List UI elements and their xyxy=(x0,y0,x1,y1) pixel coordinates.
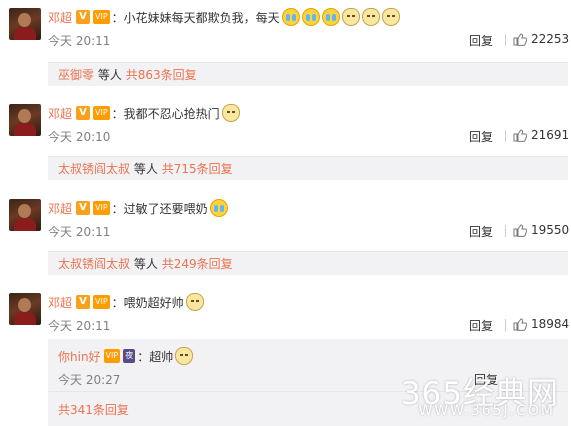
reply-user-link[interactable]: 巫御零 xyxy=(58,68,94,82)
reply-user-link[interactable]: 太叔锈阎太叔 xyxy=(58,257,130,271)
cat-emoji-icon xyxy=(341,8,360,26)
vip-badge-icon: VIP xyxy=(93,106,110,120)
reply-button[interactable]: 回复 xyxy=(469,223,493,240)
verified-badge-icon: V xyxy=(76,201,91,215)
avatar[interactable] xyxy=(9,8,41,40)
cat-emoji-icon xyxy=(221,104,240,122)
reply-count-link[interactable]: 共715条回复 xyxy=(162,162,233,176)
like-button[interactable]: 19550 xyxy=(513,223,569,237)
night-badge-icon: 夜 xyxy=(123,349,136,363)
cat-emoji-icon xyxy=(361,8,380,26)
thumbs-up-icon xyxy=(513,223,527,237)
vip-badge-icon: VIP xyxy=(93,295,110,309)
reply-count-link[interactable]: 共249条回复 xyxy=(162,257,233,271)
cat-emoji-icon xyxy=(381,8,400,26)
comment-header: 邓超 V VIP ：小花妹妹每天都欺负我，每天 xyxy=(48,8,400,26)
nested-username-link[interactable]: 你hin好 xyxy=(58,348,101,365)
cat-emoji-icon xyxy=(185,293,204,311)
nested-timestamp: 今天 20:27 xyxy=(58,373,121,387)
crying-emoji-icon xyxy=(301,8,320,26)
crying-emoji-icon xyxy=(321,8,340,26)
thumbs-up-icon xyxy=(513,32,527,46)
verified-badge-icon: V xyxy=(76,295,91,309)
comment-header: 邓超 V VIP ：我都不忍心抢热门 xyxy=(48,104,240,122)
avatar[interactable] xyxy=(9,199,41,231)
reply-summary-text: 等人 xyxy=(133,162,158,176)
reply-summary[interactable]: 太叔锈阎太叔 等人 共249条回复 xyxy=(48,251,568,275)
reply-user-link[interactable]: 太叔锈阎太叔 xyxy=(58,162,130,176)
timestamp: 今天 20:10 xyxy=(48,130,111,144)
verified-badge-icon: V xyxy=(76,10,91,24)
username-link[interactable]: 邓超 xyxy=(48,105,72,122)
divider xyxy=(505,130,506,142)
like-count: 22253 xyxy=(531,32,570,46)
avatar[interactable] xyxy=(9,104,41,136)
timestamp: 今天 20:11 xyxy=(48,34,111,48)
more-replies-link[interactable]: 共341条回复 xyxy=(58,401,129,418)
reply-button[interactable]: 回复 xyxy=(469,128,493,145)
reply-summary-text: 等人 xyxy=(97,68,122,82)
verified-badge-icon: V xyxy=(76,106,91,120)
avatar[interactable] xyxy=(9,293,41,325)
cat-emoji-icon xyxy=(175,347,194,365)
reply-summary[interactable]: 巫御零 等人 共863条回复 xyxy=(48,62,568,86)
username-link[interactable]: 邓超 xyxy=(48,9,72,26)
vip-badge-icon: VIP xyxy=(103,349,121,363)
nested-reply-header: 你hin好 VIP 夜 ：超帅 xyxy=(58,347,194,365)
like-count: 18984 xyxy=(531,317,570,331)
vip-badge-icon: VIP xyxy=(93,201,110,215)
reply-count-link[interactable]: 共863条回复 xyxy=(126,68,197,82)
watermark-url: WWW.365J.COM xyxy=(418,403,555,419)
timestamp: 今天 20:11 xyxy=(48,225,111,239)
nested-reply-text: ：超帅 xyxy=(137,349,174,364)
thumbs-up-icon xyxy=(513,317,527,331)
like-button[interactable]: 21691 xyxy=(513,128,569,142)
vip-badge-icon: VIP xyxy=(93,10,110,24)
comment-text: ：我都不忍心抢热门 xyxy=(111,106,220,121)
like-button[interactable]: 18984 xyxy=(513,317,569,331)
crying-emoji-icon xyxy=(281,8,300,26)
comment-text: ：喂奶超好帅 xyxy=(111,295,184,310)
divider xyxy=(505,225,506,237)
like-button[interactable]: 22253 xyxy=(513,32,569,46)
reply-summary-text: 等人 xyxy=(133,257,158,271)
thumbs-up-icon xyxy=(513,128,527,142)
timestamp: 今天 20:11 xyxy=(48,319,111,333)
comment-header: 邓超 V VIP ：喂奶超好帅 xyxy=(48,293,204,311)
comment-text: ：小花妹妹每天都欺负我，每天 xyxy=(111,10,280,25)
comment-header: 邓超 V VIP ：过敏了还要喂奶 xyxy=(48,199,228,217)
divider xyxy=(505,34,506,46)
like-count: 19550 xyxy=(531,223,570,237)
reply-summary[interactable]: 太叔锈阎太叔 等人 共715条回复 xyxy=(48,156,568,180)
username-link[interactable]: 邓超 xyxy=(48,200,72,217)
username-link[interactable]: 邓超 xyxy=(48,294,72,311)
divider xyxy=(505,319,506,331)
reply-button[interactable]: 回复 xyxy=(469,317,493,334)
crying-emoji-icon xyxy=(209,199,228,217)
like-count: 21691 xyxy=(531,128,570,142)
comment-text: ：过敏了还要喂奶 xyxy=(111,201,208,216)
reply-button[interactable]: 回复 xyxy=(469,32,493,49)
